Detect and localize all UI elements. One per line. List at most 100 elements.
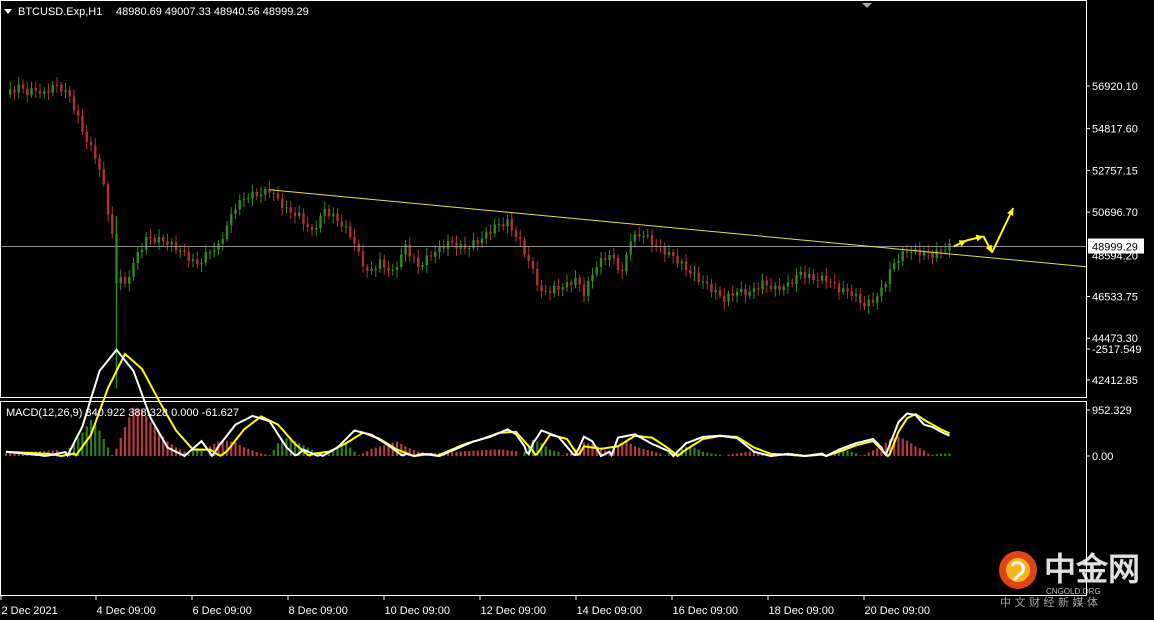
time-axis: 2 Dec 2021 4 Dec 09:00 6 Dec 09:00 8 Dec 09…	[0, 596, 930, 617]
candle-body	[808, 273, 811, 278]
candle	[935, 242, 938, 263]
candle-body	[493, 224, 496, 234]
main-window-frame	[0, 0, 1087, 398]
candle	[55, 77, 59, 93]
candle-body	[319, 215, 322, 229]
candle-body	[429, 255, 433, 257]
candle-body	[578, 277, 581, 285]
chart-menu-triangle-icon[interactable]	[4, 9, 12, 14]
candle	[204, 244, 207, 267]
candle	[825, 268, 828, 289]
candle-body	[293, 212, 297, 217]
candle	[128, 270, 131, 292]
candle-body	[272, 192, 275, 194]
candle-body	[72, 96, 76, 111]
candle-body	[837, 283, 841, 293]
candle-body	[557, 285, 560, 290]
candle	[799, 266, 802, 280]
candle	[548, 285, 552, 301]
candle-body	[871, 299, 875, 303]
candle-body	[21, 84, 25, 89]
candle-body	[306, 223, 309, 228]
candle-body	[574, 277, 577, 285]
candle	[595, 261, 598, 278]
candle	[26, 82, 29, 103]
current-price-label: 48999.29	[1092, 242, 1138, 254]
candle-body	[77, 110, 80, 116]
time-tick-label: 6 Dec 09:00	[193, 605, 252, 617]
candle-body	[480, 238, 484, 244]
candle-body	[191, 259, 195, 261]
candle-body	[255, 191, 258, 197]
candle	[782, 283, 785, 296]
time-tick-label: 8 Dec 09:00	[289, 605, 348, 617]
candle-body	[230, 214, 233, 226]
one-click-trading-icon[interactable]	[862, 3, 872, 8]
candle	[136, 246, 139, 271]
candle	[582, 276, 586, 303]
time-tick-label: 16 Dec 09:00	[673, 605, 738, 617]
candle	[391, 263, 394, 276]
candle-body	[434, 252, 437, 257]
candle	[791, 278, 794, 288]
candle	[536, 261, 539, 292]
candle	[740, 281, 743, 296]
candle-body	[676, 256, 679, 264]
candle	[689, 265, 692, 278]
ohlc-header: 48980.69 49007.33 48940.56 48999.29	[116, 6, 309, 18]
candle	[706, 275, 709, 290]
candle	[570, 279, 573, 293]
candle-body	[922, 251, 926, 256]
candle	[378, 252, 382, 273]
candle	[676, 248, 679, 268]
candle-body	[863, 302, 866, 307]
candle	[795, 268, 798, 292]
candle-body	[604, 258, 607, 261]
candle-body	[89, 142, 93, 146]
cngold-watermark: 中金网 CNGOLD.ORG 中 文 财 经 新 媒 体	[999, 550, 1140, 609]
candle-body	[183, 250, 186, 252]
candle	[327, 204, 331, 220]
candle-body	[289, 207, 292, 213]
price-tick-label: 46533.75	[1092, 291, 1138, 303]
candle-body	[935, 249, 938, 258]
candle-body	[17, 84, 20, 93]
candle-body	[200, 262, 203, 265]
candle-body	[489, 231, 492, 234]
candle	[187, 245, 190, 268]
candle-body	[85, 131, 88, 143]
time-tick-label: 18 Dec 09:00	[769, 605, 834, 617]
candle-body	[531, 260, 535, 269]
candle	[650, 229, 654, 253]
cngold-brand-en: CNGOLD.ORG	[1046, 587, 1101, 596]
candle	[276, 186, 280, 202]
candle	[697, 266, 700, 286]
candle	[191, 253, 195, 268]
candle	[21, 79, 25, 94]
candle	[412, 253, 416, 264]
candle	[281, 193, 284, 216]
macd-main-line	[5, 348, 950, 458]
candle-body	[387, 267, 390, 271]
candle	[221, 231, 224, 251]
candle	[77, 104, 80, 124]
candle-body	[64, 90, 67, 92]
candle-body	[735, 291, 739, 296]
main-price-plot	[1, 77, 1087, 389]
candle	[659, 239, 662, 253]
candle	[578, 274, 581, 292]
candle	[672, 248, 675, 264]
candle-body	[374, 268, 377, 270]
candle	[752, 282, 756, 299]
candle	[225, 220, 229, 242]
candle-body	[149, 236, 152, 238]
candle	[153, 234, 156, 246]
candle	[684, 254, 688, 277]
candle	[655, 239, 658, 252]
candle-body	[791, 282, 794, 285]
candle	[871, 292, 875, 307]
candle	[310, 224, 314, 237]
candle	[748, 285, 751, 300]
candle	[510, 211, 513, 237]
candle-body	[34, 87, 37, 91]
